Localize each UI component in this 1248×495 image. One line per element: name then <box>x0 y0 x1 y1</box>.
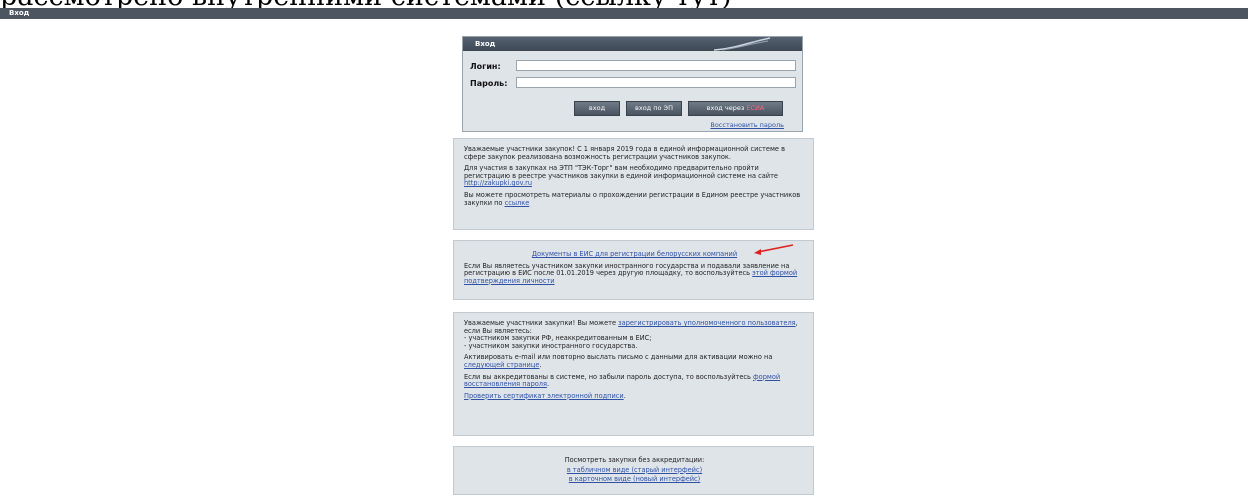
info-text-span: Если Вы являетесь участником закупки ино… <box>464 261 790 278</box>
login-panel-title: Вход <box>475 40 496 48</box>
cropped-caption-text: рассмотрено внутренними системами (ссылк… <box>0 0 1248 8</box>
registration-materials-link[interactable]: ссылке <box>505 199 530 207</box>
login-esia-prefix: вход через <box>706 104 747 112</box>
header-swoosh-icon <box>713 37 771 51</box>
activation-page-link[interactable]: следующей странице <box>464 361 539 369</box>
check-certificate-link[interactable]: Проверить сертификат электронной подписи <box>464 392 624 400</box>
login-label: Логин: <box>470 62 501 71</box>
restore-password-link[interactable]: Восстановить пароль <box>710 121 784 129</box>
esia-logo-text: ЕСИА <box>746 104 765 112</box>
info-panel-registration: Уважаемые участники закупок! С 1 января … <box>453 138 814 230</box>
login-panel-header: Вход <box>463 37 802 51</box>
card-view-link[interactable]: в карточном виде (новый интерфейс) <box>569 475 701 483</box>
login-input[interactable] <box>516 60 796 71</box>
view-title: Посмотреть закупки без аккредитации: <box>564 456 705 464</box>
password-label: Пароль: <box>470 79 508 88</box>
belarus-docs-link[interactable]: Документы в ЕИС для регистрации белорусс… <box>532 250 737 258</box>
info-panel-users: Уважаемые участники закупки! Вы можете з… <box>453 312 814 436</box>
password-row: Пароль: <box>470 77 796 88</box>
login-row: Логин: <box>470 60 796 71</box>
info-text: Если вы аккредитованы в системе, но забы… <box>464 372 781 389</box>
password-input[interactable] <box>516 77 796 88</box>
login-button[interactable]: вход <box>574 101 620 116</box>
info-text: Уважаемые участники закупок! С 1 января … <box>464 145 785 161</box>
info-text: Если Вы являетесь участником закупки ино… <box>464 261 805 286</box>
login-ep-button[interactable]: вход по ЭП <box>626 101 682 116</box>
login-esia-button[interactable]: вход через ЕСИА <box>688 101 783 116</box>
info-panel-view: Посмотреть закупки без аккредитации: в т… <box>453 446 814 495</box>
info-text: Проверить сертификат электронной подписи… <box>464 391 626 400</box>
info-list-item: - участником закупки иностранного госуда… <box>464 341 638 350</box>
zakupki-link[interactable]: http://zakupki.gov.ru <box>464 179 532 188</box>
info-text: Уважаемые участники закупки! Вы можете з… <box>464 319 805 350</box>
view-row: в табличном виде (старый интерфейс) <box>464 466 805 475</box>
info-text-span: Для участия в закупках на ЭТП "ТЭК-Торг"… <box>464 164 778 180</box>
top-bar-title: Вход <box>9 9 30 17</box>
info-text: Активировать e-mail или повторно выслать… <box>464 353 773 369</box>
login-panel: Вход Логин: Пароль: вход вход по ЭП вход… <box>462 36 803 132</box>
register-user-link[interactable]: зарегистрировать уполномоченного пользов… <box>618 319 795 327</box>
top-bar: Вход <box>0 8 1248 19</box>
view-row: в карточном виде (новый интерфейс) <box>464 475 805 484</box>
info-text: Вы можете просмотреть материалы о прохож… <box>464 191 805 207</box>
annotation-arrow-icon <box>754 244 794 255</box>
info-text: Для участия в закупках на ЭТП "ТЭК-Торг"… <box>464 164 805 188</box>
table-view-link[interactable]: в табличном виде (старый интерфейс) <box>567 466 702 474</box>
